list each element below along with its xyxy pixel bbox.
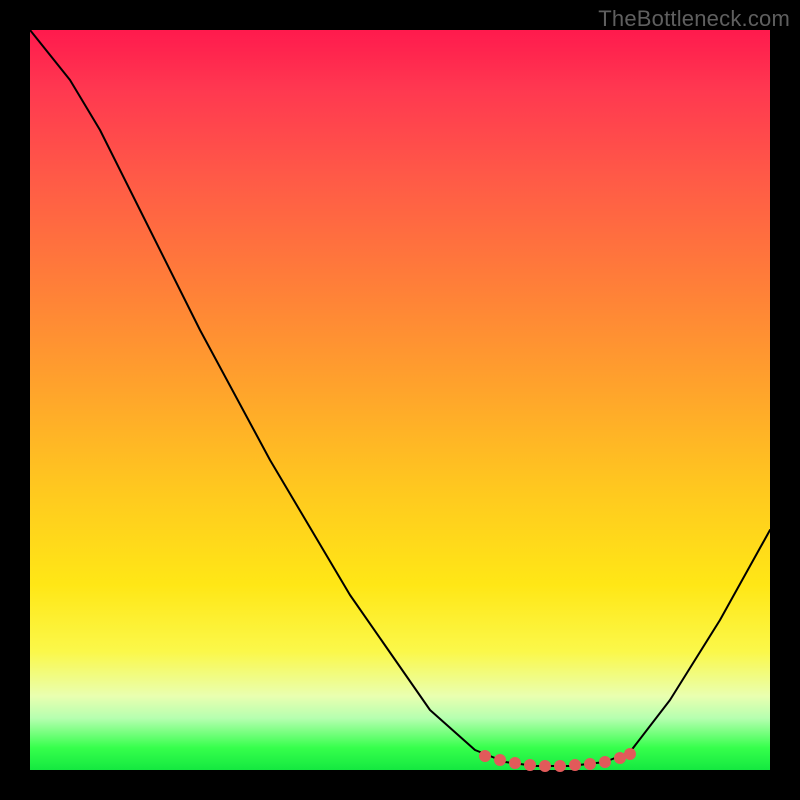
trough-marker (569, 759, 581, 771)
trough-marker (539, 760, 551, 772)
trough-marker (599, 756, 611, 768)
trough-marker (624, 748, 636, 760)
chart-frame: TheBottleneck.com (0, 0, 800, 800)
trough-marker (554, 760, 566, 772)
trough-marker (524, 759, 536, 771)
watermark-label: TheBottleneck.com (598, 6, 790, 32)
bottleneck-curve (30, 30, 770, 766)
trough-marker (494, 754, 506, 766)
trough-marker (584, 758, 596, 770)
trough-marker (479, 750, 491, 762)
plot-area (30, 30, 770, 770)
trough-marker (509, 757, 521, 769)
curve-svg (30, 30, 770, 770)
